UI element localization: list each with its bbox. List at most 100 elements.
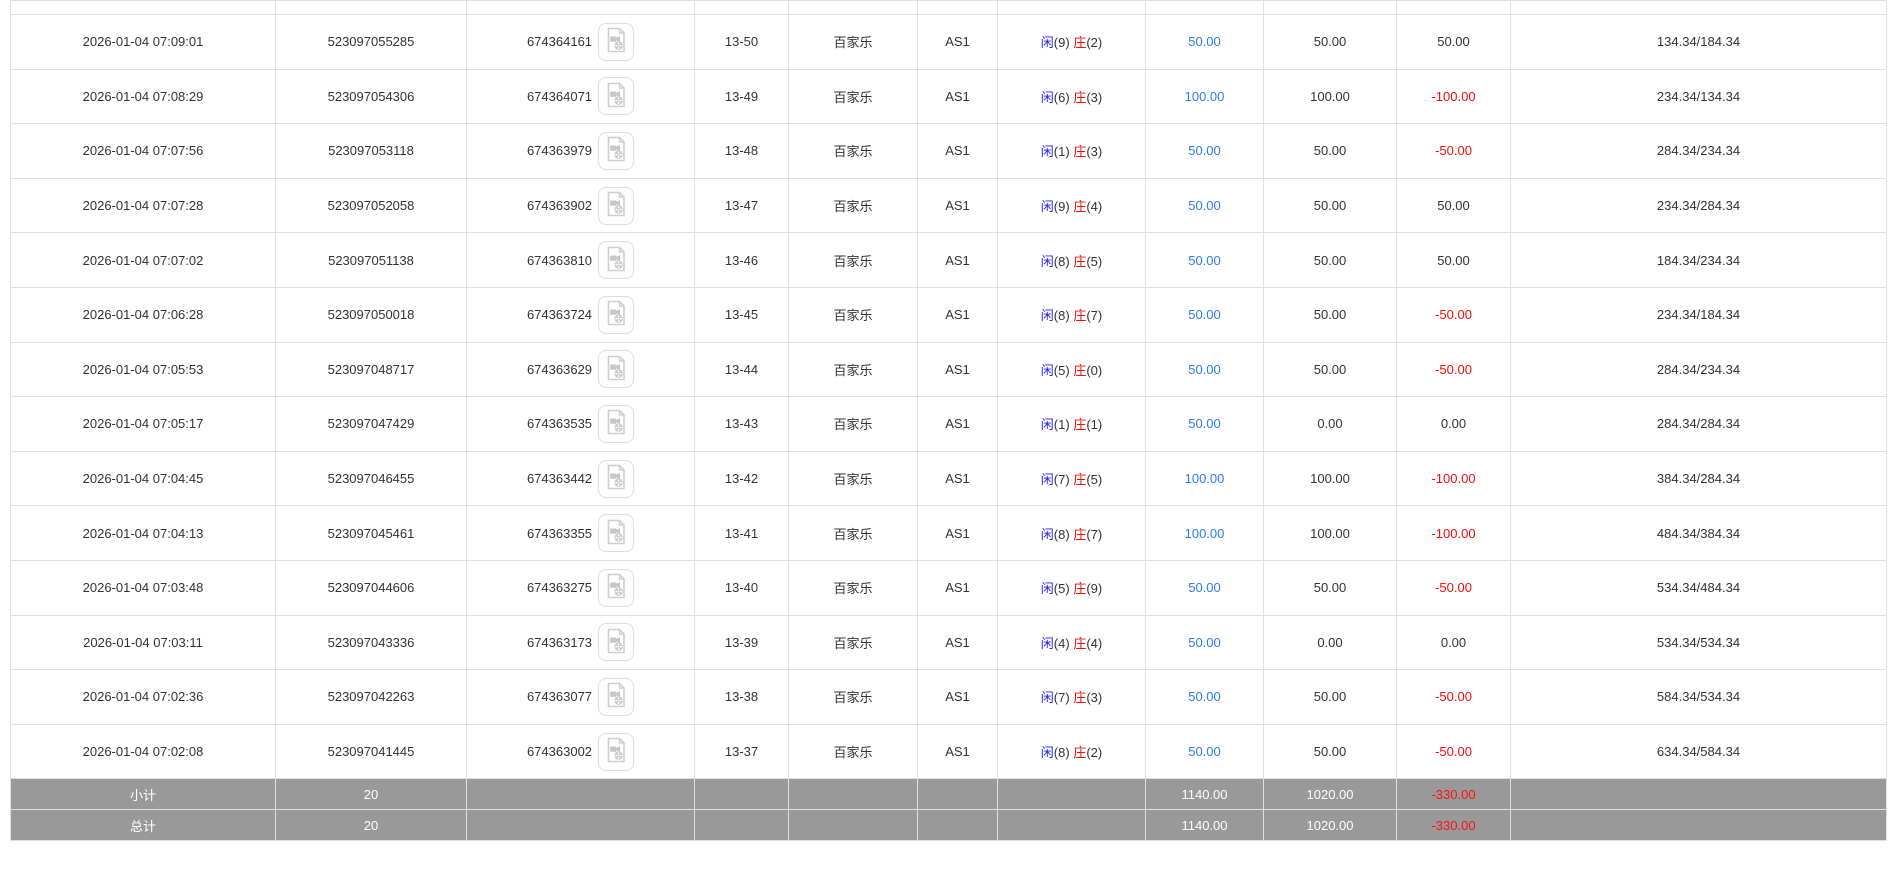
bet-time-cell: 2026-01-04 07:09:01 [10,14,276,70]
session-no: 674363724 [526,307,593,323]
table-row: 2026-01-04 07:09:01 523097055285 6743641… [10,14,1887,70]
bet-amount-link[interactable]: 50.00 [1188,635,1221,650]
round-cell: 13-45 [694,286,789,343]
order-no-cell: 523097047429 [275,396,467,452]
bet-amount-link[interactable]: 50.00 [1188,689,1221,704]
game-name-cell: 百家乐 [788,123,918,179]
balance-cell: 584.34/534.34 [1510,669,1887,725]
valid-bet-cell: 0.00 [1263,614,1397,671]
bet-amount-link[interactable]: 100.00 [1185,471,1225,486]
session-no-cell: 674363355 [466,505,695,561]
video-replay-button[interactable] [598,459,635,498]
player-result-label: 闲 [1040,581,1054,597]
video-replay-button[interactable] [598,514,635,553]
subtotal-label: 小计 [10,778,276,811]
banker-result-score: (4) [1086,199,1103,215]
video-replay-button[interactable] [598,131,635,170]
video-file-icon [604,737,628,766]
table-name-cell: AS1 [917,669,998,725]
subtotal-winloss-total: -330.00 [1396,778,1511,811]
banker-result-label: 庄 [1073,581,1087,597]
bet-time-cell: 2026-01-04 07:02:08 [10,723,276,780]
bet-amount-link[interactable]: 50.00 [1188,253,1221,268]
video-file-icon [604,27,628,56]
bet-time-cell: 2026-01-04 07:03:48 [10,559,276,616]
table-row: 2026-01-04 07:02:08 523097041445 6743630… [10,723,1887,780]
table-name-cell: AS1 [917,14,998,70]
session-no-cell: 674364161 [466,14,695,70]
bet-amount-link[interactable]: 50.00 [1188,34,1221,49]
player-result-label: 闲 [1040,635,1054,651]
player-result-label: 闲 [1040,35,1054,51]
table-row: 2026-01-04 07:03:11 523097043336 6743631… [10,614,1887,671]
banker-result-score: (9) [1086,581,1103,597]
game-result-cell: 闲(8) 庄(2) [997,723,1146,780]
video-replay-button[interactable] [598,568,635,607]
valid-bet-cell: 50.00 [1263,14,1397,70]
video-replay-button[interactable] [598,732,635,771]
video-replay-button[interactable] [598,77,635,116]
round-cell: 13-38 [694,669,789,725]
order-no-cell: 523097045461 [275,505,467,561]
bet-amount-link[interactable]: 50.00 [1188,362,1221,377]
game-result-cell: 闲(4) 庄(4) [997,614,1146,671]
video-replay-button[interactable] [598,186,635,225]
table-row: 2026-01-04 07:03:48 523097044606 6743632… [10,559,1887,616]
video-replay-button[interactable] [598,677,635,716]
player-result-label: 闲 [1040,417,1054,433]
bet-amount-link[interactable]: 50.00 [1188,416,1221,431]
video-replay-button[interactable] [598,623,635,662]
video-replay-button[interactable] [598,350,635,389]
table-name-cell: AS1 [917,450,998,507]
game-name-cell: 百家乐 [788,68,918,125]
bet-history-table: 2026-01-04 07:09:01 523097055285 6743641… [10,0,1887,842]
video-file-icon [604,519,628,548]
round-cell: 13-48 [694,123,789,179]
order-no-cell: 523097044606 [275,559,467,616]
order-no-cell: 523097046455 [275,450,467,507]
session-no-cell: 674363535 [466,396,695,452]
bet-amount-link[interactable]: 50.00 [1188,143,1221,158]
valid-bet-cell: 50.00 [1263,723,1397,780]
order-no-cell: 523097043336 [275,614,467,671]
table-row: 2026-01-04 07:07:56 523097053118 6743639… [10,123,1887,179]
table-name-cell: AS1 [917,396,998,452]
session-no: 674364071 [526,88,593,104]
bet-time-cell: 2026-01-04 07:07:28 [10,177,276,234]
bet-amount-link[interactable]: 50.00 [1188,744,1221,759]
balance-cell: 284.34/234.34 [1510,123,1887,179]
bet-amount-link[interactable]: 100.00 [1185,89,1225,104]
player-result-score: (8) [1053,526,1070,542]
player-result-score: (5) [1053,581,1070,597]
bet-amount-link[interactable]: 50.00 [1188,198,1221,213]
video-file-icon [604,464,628,493]
game-name-cell: 百家乐 [788,723,918,780]
bet-amount-link[interactable]: 50.00 [1188,580,1221,595]
bet-amount-link[interactable]: 50.00 [1188,307,1221,322]
total-label: 总计 [10,809,276,842]
bet-amount-link[interactable]: 100.00 [1185,526,1225,541]
video-replay-button[interactable] [598,295,635,334]
table-name-cell: AS1 [917,68,998,125]
session-no: 674363810 [526,252,593,268]
player-result-score: (8) [1053,253,1070,269]
session-no: 674363902 [526,198,593,214]
video-replay-button[interactable] [598,22,635,61]
player-result-score: (8) [1053,745,1070,761]
header-cell [997,0,1146,15]
video-replay-button[interactable] [598,404,635,443]
session-no: 674363077 [526,689,593,705]
header-cell [917,0,998,15]
game-result-cell: 闲(6) 庄(3) [997,68,1146,125]
table-row: 2026-01-04 07:05:17 523097047429 6743635… [10,396,1887,452]
game-result-cell: 闲(1) 庄(3) [997,123,1146,179]
game-name-cell: 百家乐 [788,232,918,288]
video-replay-button[interactable] [598,241,635,280]
round-cell: 13-43 [694,396,789,452]
game-result-cell: 闲(8) 庄(5) [997,232,1146,288]
player-result-score: (9) [1053,35,1070,51]
valid-bet-cell: 100.00 [1263,505,1397,561]
banker-result-label: 庄 [1073,526,1087,542]
header-cell [1145,0,1264,15]
player-result-label: 闲 [1040,144,1054,160]
